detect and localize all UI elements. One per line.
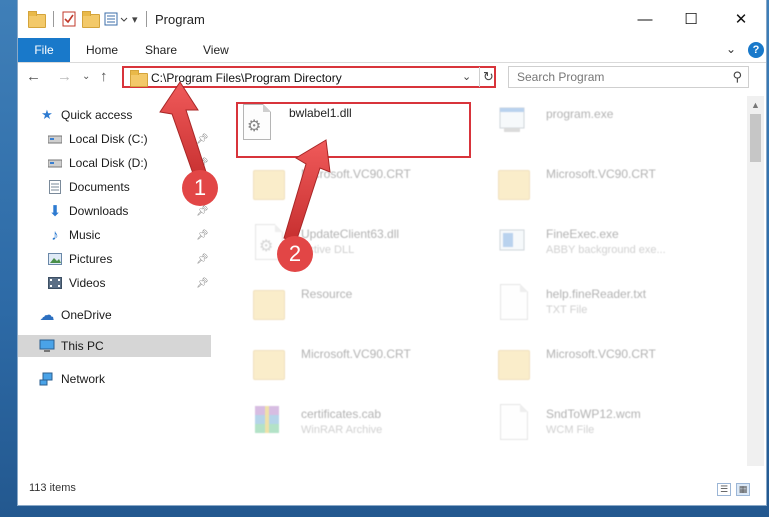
- annotation-arrows: [159, 81, 331, 243]
- arrow-1: [159, 81, 209, 183]
- callout-1-badge: 1: [182, 170, 218, 206]
- callout-2-badge: 2: [277, 236, 313, 272]
- arrow-2: [283, 139, 331, 243]
